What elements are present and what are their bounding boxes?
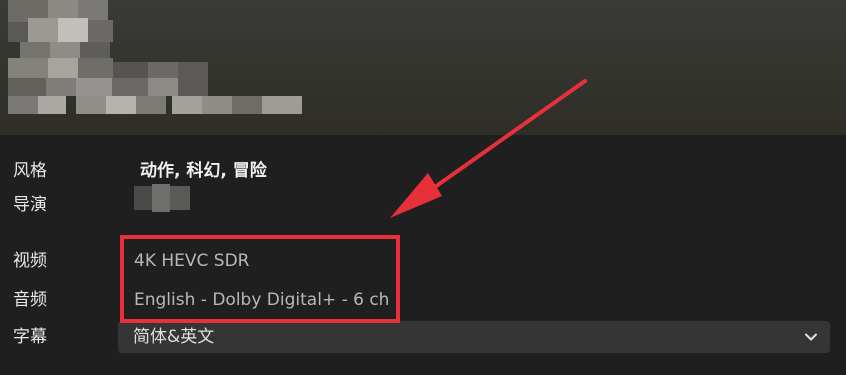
genre-label: 风格 (13, 161, 47, 181)
censored-director-mosaic (134, 184, 194, 212)
subtitle-select[interactable]: 简体&英文 (118, 321, 830, 353)
subtitle-selected-value: 简体&英文 (133, 327, 215, 347)
chevron-down-icon (805, 333, 817, 341)
annotation-arrow-icon (390, 79, 587, 218)
media-detail-page: 风格 动作, 科幻, 冒险 导演 视频 4K HEVC SDR 音频 Engli… (0, 0, 846, 375)
audio-label: 音频 (13, 290, 47, 310)
video-label: 视频 (13, 251, 47, 271)
annotation-highlight-box (120, 235, 400, 323)
genre-value: 动作, 科幻, 冒险 (140, 161, 267, 181)
censored-title-mosaic (0, 0, 320, 130)
director-label: 导演 (13, 195, 47, 215)
subtitle-label: 字幕 (13, 327, 47, 347)
